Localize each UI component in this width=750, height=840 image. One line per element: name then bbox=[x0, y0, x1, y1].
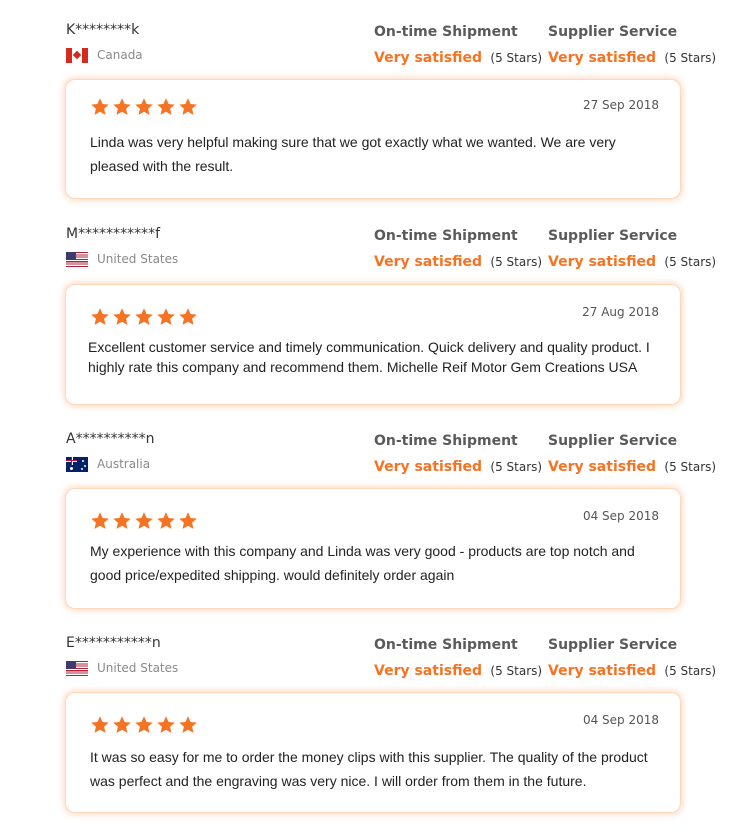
service-star-count: (5 Stars) bbox=[664, 460, 717, 474]
review-text: My experience with this company and Lind… bbox=[90, 543, 635, 583]
shipment-star-count: (5 Stars) bbox=[490, 460, 543, 474]
star-icon bbox=[91, 716, 109, 733]
service-rating: Very satisfied (5 Stars) bbox=[548, 458, 716, 476]
star-icon bbox=[113, 98, 131, 115]
usa-flag-icon bbox=[66, 251, 88, 267]
star-rating bbox=[90, 511, 198, 531]
shipment-rating: Very satisfied (5 Stars) bbox=[374, 662, 542, 680]
review-date: 27 Sep 2018 bbox=[582, 98, 659, 112]
star-icon bbox=[135, 512, 153, 529]
reviewer-name: K********k bbox=[66, 22, 140, 38]
star-icon bbox=[135, 716, 153, 733]
star-icon bbox=[91, 98, 109, 115]
star-icon bbox=[113, 716, 131, 733]
review-item: A**********n Australia On-time Shipment … bbox=[0, 431, 750, 635]
star-icon bbox=[157, 308, 175, 325]
service-label: Supplier Service bbox=[548, 637, 678, 653]
star-icon bbox=[179, 98, 197, 115]
star-icon bbox=[157, 716, 175, 733]
canada-flag-icon bbox=[66, 47, 88, 63]
service-label: Supplier Service bbox=[548, 228, 678, 244]
star-icon bbox=[113, 308, 131, 325]
reviewer-name: E***********n bbox=[66, 635, 161, 651]
country-name: Canada bbox=[97, 48, 143, 62]
shipment-rating: Very satisfied (5 Stars) bbox=[374, 253, 542, 271]
shipment-satisfaction: Very satisfied bbox=[374, 663, 482, 679]
reviewer-country: United States bbox=[66, 250, 178, 268]
review-text: Excellent customer service and timely co… bbox=[88, 339, 650, 375]
review-card: 27 Sep 2018 Linda was very helpful makin… bbox=[65, 79, 681, 199]
service-label: Supplier Service bbox=[548, 24, 678, 40]
service-rating: Very satisfied (5 Stars) bbox=[548, 49, 716, 67]
usa-flag-icon bbox=[66, 660, 88, 676]
shipment-label: On-time Shipment bbox=[374, 433, 518, 449]
review-text: It was so easy for me to order the money… bbox=[90, 749, 648, 789]
star-icon bbox=[157, 98, 175, 115]
country-name: Australia bbox=[97, 457, 151, 471]
reviewer-country: Canada bbox=[66, 46, 143, 64]
shipment-star-count: (5 Stars) bbox=[490, 255, 543, 269]
service-star-count: (5 Stars) bbox=[664, 255, 717, 269]
star-icon bbox=[135, 308, 153, 325]
star-icon bbox=[91, 308, 109, 325]
service-label: Supplier Service bbox=[548, 433, 678, 449]
service-rating: Very satisfied (5 Stars) bbox=[548, 253, 716, 271]
star-icon bbox=[157, 512, 175, 529]
reviewer-name: A**********n bbox=[66, 431, 155, 447]
review-date: 04 Sep 2018 bbox=[582, 509, 659, 523]
review-card: 04 Sep 2018 My experience with this comp… bbox=[65, 488, 681, 609]
service-rating: Very satisfied (5 Stars) bbox=[548, 662, 716, 680]
service-star-count: (5 Stars) bbox=[664, 664, 717, 678]
star-icon bbox=[179, 512, 197, 529]
service-satisfaction: Very satisfied bbox=[548, 459, 656, 475]
review-date: 27 Aug 2018 bbox=[582, 305, 659, 319]
reviewer-name: M***********f bbox=[66, 226, 161, 242]
australia-flag-icon bbox=[66, 456, 88, 472]
star-rating bbox=[90, 715, 198, 735]
review-item: M***********f United States On-time Ship… bbox=[0, 226, 750, 430]
shipment-rating: Very satisfied (5 Stars) bbox=[374, 49, 542, 67]
shipment-satisfaction: Very satisfied bbox=[374, 50, 482, 66]
country-name: United States bbox=[97, 252, 179, 266]
service-satisfaction: Very satisfied bbox=[548, 254, 656, 270]
star-rating bbox=[90, 307, 198, 327]
shipment-satisfaction: Very satisfied bbox=[374, 254, 482, 270]
review-item: K********k Canada On-time Shipment Very … bbox=[0, 22, 750, 226]
shipment-label: On-time Shipment bbox=[374, 228, 518, 244]
review-text: Linda was very helpful making sure that … bbox=[90, 134, 616, 174]
star-icon bbox=[179, 716, 197, 733]
reviewer-country: United States bbox=[66, 659, 178, 677]
shipment-star-count: (5 Stars) bbox=[490, 51, 543, 65]
review-item: E***********n United States On-time Ship… bbox=[0, 635, 750, 839]
service-satisfaction: Very satisfied bbox=[548, 663, 656, 679]
country-name: United States bbox=[97, 661, 179, 675]
star-rating bbox=[90, 97, 198, 117]
star-icon bbox=[179, 308, 197, 325]
shipment-satisfaction: Very satisfied bbox=[374, 459, 482, 475]
service-star-count: (5 Stars) bbox=[664, 51, 717, 65]
star-icon bbox=[135, 98, 153, 115]
review-card: 27 Aug 2018 Excellent customer service a… bbox=[65, 284, 681, 405]
shipment-star-count: (5 Stars) bbox=[490, 664, 543, 678]
reviewer-country: Australia bbox=[66, 455, 150, 473]
shipment-label: On-time Shipment bbox=[374, 24, 518, 40]
review-date: 04 Sep 2018 bbox=[582, 713, 659, 727]
star-icon bbox=[113, 512, 131, 529]
review-card: 04 Sep 2018 It was so easy for me to ord… bbox=[65, 692, 681, 813]
star-icon bbox=[91, 512, 109, 529]
shipment-label: On-time Shipment bbox=[374, 637, 518, 653]
shipment-rating: Very satisfied (5 Stars) bbox=[374, 458, 542, 476]
service-satisfaction: Very satisfied bbox=[548, 50, 656, 66]
